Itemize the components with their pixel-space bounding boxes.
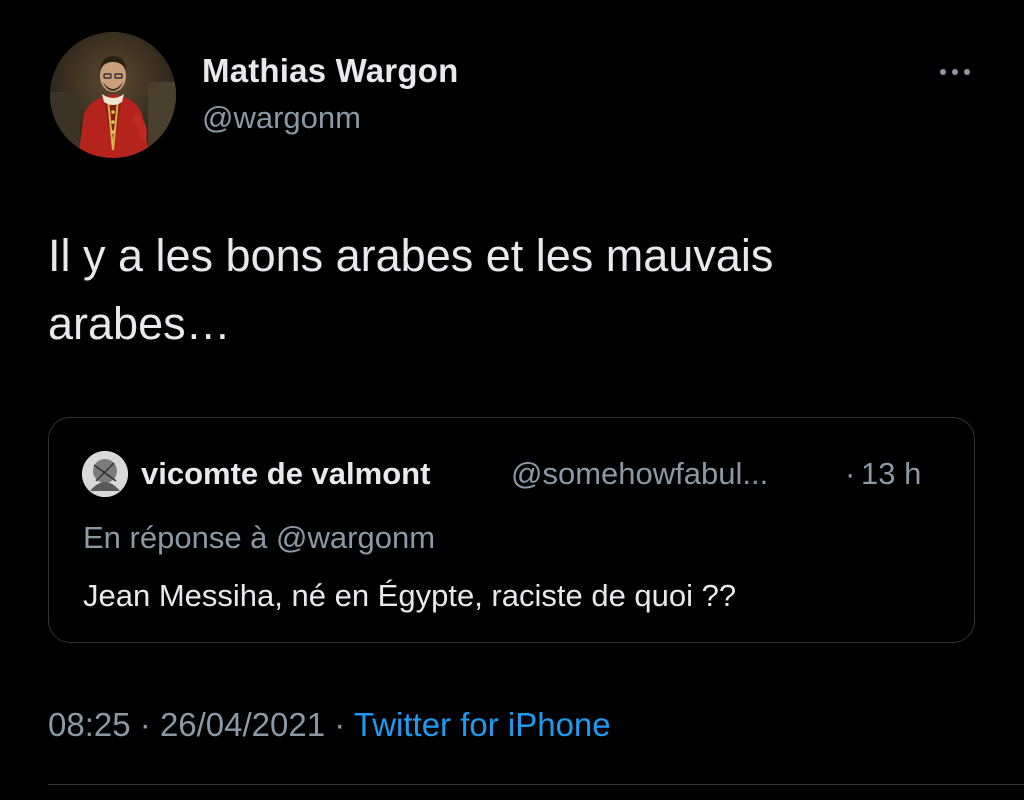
reply-mention: @wargonm [276,520,436,555]
quoted-timestamp: 13 h [861,456,922,491]
reply-prefix-label: En réponse à [83,520,268,555]
more-horizontal-icon[interactable] [935,62,975,82]
author-avatar[interactable] [50,32,176,158]
quoted-tweet-card[interactable]: vicomte de valmont @somehowfabul... · 13… [48,417,975,643]
avatar-portrait-image [50,32,176,158]
quoted-author-handle: @somehowfabul... [511,456,769,491]
meta-separator: · [139,706,151,743]
tweet-text: Il y a les bons arabes et les mauvais ar… [48,230,774,349]
quoted-tweet-text: Jean Messiha, né en Égypte, raciste de q… [83,578,737,613]
quoted-author-avatar[interactable] [82,451,128,497]
meta-separator: · [334,706,346,743]
tweet-time[interactable]: 08:25 [48,706,131,743]
author-handle[interactable]: @wargonm [202,100,361,136]
divider [48,784,1024,785]
tweet-date[interactable]: 26/04/2021 [160,706,325,743]
author-display-name[interactable]: Mathias Wargon [202,52,458,90]
reply-context: En réponse à @wargonm [83,520,435,556]
quoted-author-display-name: vicomte de valmont [141,456,431,491]
tweet-meta: 08:25 · 26/04/2021 · Twitter for iPhone [48,706,611,744]
tweet-detail: Mathias Wargon @wargonm Il y a les bons … [0,0,1024,800]
tweet-source-link[interactable]: Twitter for iPhone [354,706,611,743]
quoted-time-separator: · [845,456,856,491]
